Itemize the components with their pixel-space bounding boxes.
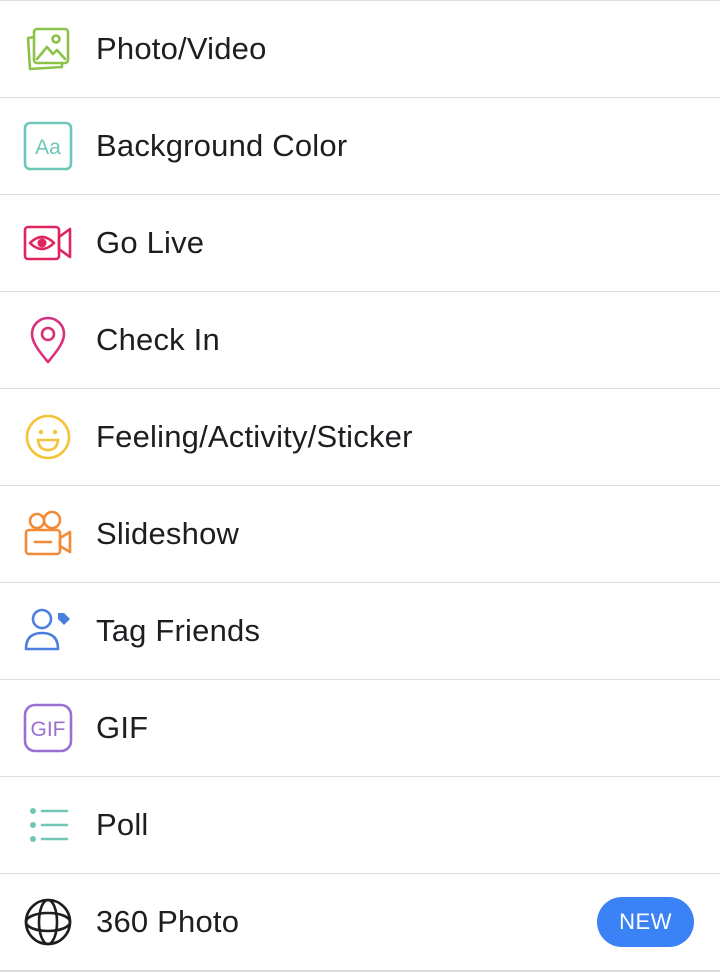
menu-item-tag-friends[interactable]: Tag Friends — [0, 583, 720, 680]
background-color-icon-text: Aa — [35, 136, 61, 159]
menu-item-go-live[interactable]: Go Live — [0, 195, 720, 292]
menu-item-360-photo[interactable]: 360 Photo NEW — [0, 874, 720, 972]
menu-item-label: Slideshow — [96, 516, 240, 551]
menu-item-label: Tag Friends — [96, 613, 261, 648]
background-color-icon: Aa — [22, 120, 74, 172]
menu-item-label: Background Color — [96, 128, 348, 163]
menu-item-photo-video[interactable]: Photo/Video — [0, 1, 720, 98]
new-badge: NEW — [597, 897, 694, 947]
composer-options-list: Photo/Video Aa Background Color Go Live — [0, 0, 720, 972]
menu-item-label: Check In — [96, 322, 220, 357]
menu-item-poll[interactable]: Poll — [0, 777, 720, 874]
gif-icon: GIF — [22, 702, 74, 754]
menu-item-label: Go Live — [96, 225, 205, 260]
menu-item-background-color[interactable]: Aa Background Color — [0, 98, 720, 195]
smiley-icon — [22, 411, 74, 463]
gif-icon-text: GIF — [31, 718, 66, 741]
menu-item-feeling-activity-sticker[interactable]: Feeling/Activity/Sticker — [0, 389, 720, 486]
menu-item-label: Photo/Video — [96, 31, 267, 66]
menu-item-label: 360 Photo — [96, 904, 240, 939]
tag-friends-icon — [22, 605, 74, 657]
menu-item-slideshow[interactable]: Slideshow — [0, 486, 720, 583]
live-camera-icon — [22, 217, 74, 269]
movie-camera-icon — [22, 508, 74, 560]
location-pin-icon — [22, 314, 74, 366]
poll-list-icon — [22, 799, 74, 851]
menu-item-label: GIF — [96, 710, 149, 745]
menu-item-label: Poll — [96, 807, 149, 842]
menu-item-gif[interactable]: GIF GIF — [0, 680, 720, 777]
menu-item-label: Feeling/Activity/Sticker — [96, 419, 413, 454]
photo-video-icon — [22, 23, 74, 75]
menu-item-check-in[interactable]: Check In — [0, 292, 720, 389]
photo-360-icon — [22, 896, 74, 948]
